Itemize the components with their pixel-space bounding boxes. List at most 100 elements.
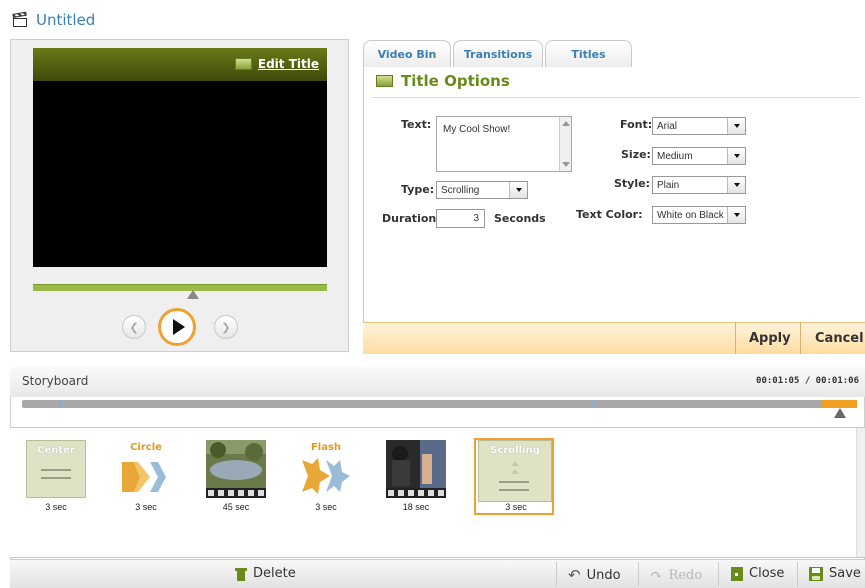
- size-label: Size:: [621, 148, 651, 161]
- tab-titles[interactable]: Titles: [545, 40, 632, 68]
- chevron-left-icon: ❮: [129, 320, 139, 334]
- play-icon: [173, 319, 185, 335]
- duration-unit: Seconds: [494, 212, 546, 225]
- text-color-label: Text Color:: [576, 208, 643, 221]
- style-label: Style:: [614, 177, 650, 190]
- close-label: Close: [749, 566, 785, 581]
- duration-label: Duration:: [382, 212, 441, 225]
- divider: [372, 97, 860, 98]
- clip-duration: 3 sec: [315, 502, 337, 512]
- previous-button[interactable]: ❮: [122, 315, 146, 339]
- storyboard-title: Storyboard: [22, 374, 89, 388]
- redo-button[interactable]: ↷ Redo: [650, 566, 702, 584]
- transition-clip-thumbnail: Circle: [116, 440, 176, 498]
- title-clip-thumbnail: Scrolling: [478, 440, 552, 502]
- close-button[interactable]: Close: [731, 566, 784, 581]
- edit-title-label: Edit Title: [257, 57, 319, 71]
- video-frame-image: [386, 440, 446, 488]
- text-color-value: White on Black: [657, 209, 724, 221]
- filmstrip-decoration: [206, 488, 266, 498]
- delete-button[interactable]: Delete: [235, 566, 296, 581]
- title-text-value: My Cool Show!: [443, 124, 511, 135]
- chevron-down-icon: [727, 207, 745, 223]
- floppy-disk-icon: [809, 566, 823, 581]
- style-select[interactable]: Plain: [652, 176, 746, 194]
- type-select[interactable]: Scrolling: [436, 181, 528, 199]
- clapperboard-icon: [12, 11, 28, 28]
- window-title: Untitled: [36, 11, 96, 29]
- title-options-header: Title Options: [376, 72, 510, 90]
- font-value: Arial: [657, 120, 678, 132]
- redo-icon: ↷: [650, 566, 663, 584]
- chevron-down-icon: [727, 148, 745, 164]
- divider: [797, 562, 798, 586]
- video-preview[interactable]: Edit Title: [33, 48, 327, 267]
- tab-video-bin[interactable]: Video Bin: [363, 40, 451, 68]
- clip-duration: 3 sec: [505, 502, 527, 512]
- timeline-tick: [60, 400, 61, 408]
- title-clip-thumbnail: Center: [26, 440, 86, 498]
- redo-label: Redo: [668, 567, 703, 583]
- close-door-icon: [731, 566, 743, 581]
- edit-title-link[interactable]: Edit Title: [234, 57, 319, 71]
- window-title-bar: Untitled: [12, 8, 95, 32]
- divider: [718, 562, 719, 586]
- storyboard-scrollbar[interactable]: [856, 428, 865, 557]
- divider: [556, 562, 557, 586]
- play-button[interactable]: [158, 308, 196, 346]
- title-icon: [234, 58, 252, 70]
- divider: [800, 322, 801, 354]
- undo-label: Undo: [586, 567, 621, 583]
- preview-panel: Edit Title ❮ ❯: [10, 39, 349, 352]
- section-heading: Title Options: [401, 72, 510, 90]
- video-frame-image: [206, 440, 266, 488]
- transition-clip-thumbnail: Flash: [296, 440, 356, 498]
- storyboard-timeline[interactable]: [22, 400, 857, 408]
- tab-transitions[interactable]: Transitions: [453, 40, 543, 68]
- scroll-arrow-icon: [511, 469, 519, 474]
- clip-duration: 18 sec: [402, 502, 430, 512]
- style-value: Plain: [657, 179, 680, 191]
- cancel-button[interactable]: Cancel: [815, 331, 864, 346]
- line-decoration: [41, 477, 71, 479]
- scroll-arrow-icon: [511, 461, 519, 466]
- chevron-down-icon: [727, 118, 745, 134]
- undo-button[interactable]: ↶ Undo: [568, 566, 621, 584]
- scroll-down-icon[interactable]: [562, 162, 570, 167]
- video-clip-thumbnail: [386, 440, 446, 498]
- font-select[interactable]: Arial: [652, 117, 746, 135]
- chevron-down-icon: [727, 177, 745, 193]
- clip-duration: 45 sec: [222, 502, 250, 512]
- next-button[interactable]: ❯: [214, 315, 238, 339]
- line-decoration: [41, 469, 71, 471]
- tab-label: Transitions: [463, 48, 533, 61]
- textarea-scrollbar[interactable]: [559, 117, 571, 171]
- size-value: Medium: [657, 150, 693, 162]
- clip-label: Scrolling: [490, 445, 540, 456]
- line-decoration: [499, 481, 529, 483]
- text-color-select[interactable]: White on Black: [652, 206, 746, 224]
- storyboard-time: 00:01:05 / 00:01:06: [756, 376, 859, 386]
- font-label: Font:: [620, 118, 653, 131]
- clip-duration: 3 sec: [45, 502, 67, 512]
- video-clip-thumbnail: [206, 440, 266, 498]
- clip-duration: 3 sec: [135, 502, 157, 512]
- duration-field[interactable]: 3: [436, 209, 485, 228]
- playhead-handle[interactable]: [187, 290, 199, 299]
- delete-label: Delete: [253, 566, 296, 581]
- scroll-up-icon[interactable]: [562, 121, 570, 126]
- storyboard-header: Storyboard 00:01:05 / 00:01:06: [10, 367, 865, 397]
- save-button[interactable]: Save: [809, 566, 861, 581]
- divider: [735, 322, 736, 354]
- filmstrip-decoration: [386, 488, 446, 498]
- apply-button[interactable]: Apply: [749, 331, 791, 346]
- size-select[interactable]: Medium: [652, 147, 746, 165]
- tab-label: Titles: [571, 48, 606, 61]
- undo-icon: ↶: [568, 566, 581, 584]
- preview-timeline[interactable]: [33, 284, 327, 291]
- title-text-field[interactable]: My Cool Show!: [436, 116, 572, 172]
- timeline-marker[interactable]: [834, 408, 846, 418]
- title-icon: [376, 75, 393, 87]
- line-decoration: [499, 489, 529, 491]
- chevron-right-icon: ❯: [221, 320, 231, 334]
